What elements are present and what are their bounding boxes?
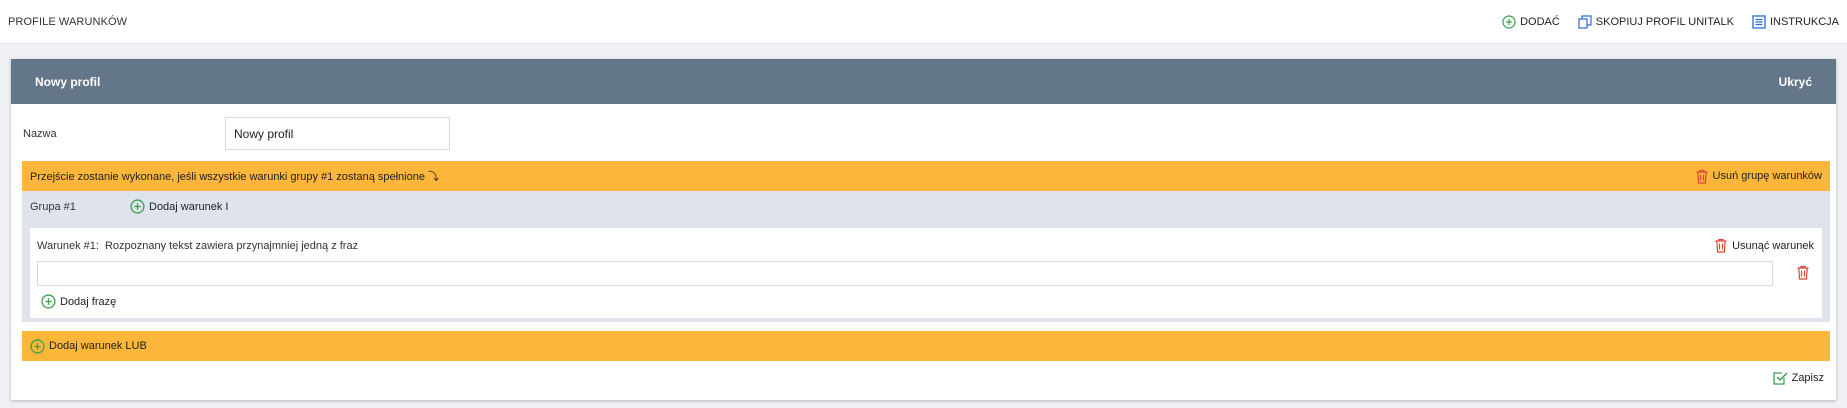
remove-condition-label: Usunąć warunek xyxy=(1732,239,1814,252)
copy-unitalk-profile-label: SKOPIUJ PROFIL UNITALK xyxy=(1595,15,1734,28)
condition-card: Warunek #1: Rozpoznany tekst zawiera przy… xyxy=(30,228,1822,318)
trash-icon xyxy=(1714,238,1728,253)
group-banner-text: Przejście zostanie wykonane, jeśli wszys… xyxy=(30,171,440,183)
add-profile-button[interactable]: DODAĆ xyxy=(1502,14,1560,29)
remove-group-label: Usuń grupę warunków xyxy=(1712,170,1822,182)
hide-button[interactable]: Ukryć xyxy=(1779,75,1812,89)
name-row: Nazwa xyxy=(11,117,1836,151)
delete-phrase-button[interactable] xyxy=(1796,265,1810,280)
save-button[interactable]: Zapisz xyxy=(1772,370,1824,386)
checkbox-check-icon xyxy=(1772,370,1788,386)
panel-header: Nowy profil Ukryć xyxy=(11,59,1836,104)
save-label: Zapisz xyxy=(1791,372,1824,384)
condition-description: Rozpoznany tekst zawiera przynajmniej je… xyxy=(104,240,359,252)
top-bar: PROFILE WARUNKÓW DODAĆ SKOPIUJ PROFIL UN… xyxy=(0,0,1847,44)
group-banner: Przejście zostanie wykonane, jeśli wszys… xyxy=(22,161,1830,191)
name-label: Nazwa xyxy=(23,128,57,140)
add-and-condition-button[interactable]: Dodaj warunek I xyxy=(130,199,229,214)
remove-condition-button[interactable]: Usunąć warunek xyxy=(1714,238,1814,253)
add-or-condition-button[interactable]: Dodaj warunek LUB xyxy=(22,331,1830,361)
condition-title: Warunek #1: Rozpoznany tekst zawiera przy… xyxy=(37,240,358,252)
add-and-condition-label: Dodaj warunek I xyxy=(149,200,229,213)
header-actions: DODAĆ SKOPIUJ PROFIL UNITALK INSTRUKCJA xyxy=(1502,14,1839,29)
add-profile-label: DODAĆ xyxy=(1520,15,1560,28)
document-icon xyxy=(1752,14,1766,29)
add-phrase-label: Dodaj frazę xyxy=(60,295,117,308)
panel-title: Nowy profil xyxy=(35,74,101,89)
phrase-input[interactable] xyxy=(37,261,1773,286)
add-phrase-button[interactable]: Dodaj frazę xyxy=(41,294,116,309)
plus-circle-icon xyxy=(30,338,45,354)
add-or-condition-label: Dodaj warunek LUB xyxy=(49,340,147,352)
page-title: PROFILE WARUNKÓW xyxy=(8,15,128,28)
condition-number: Warunek #1: xyxy=(37,240,99,252)
copy-unitalk-profile-button[interactable]: SKOPIUJ PROFIL UNITALK xyxy=(1578,14,1734,29)
instructions-button[interactable]: INSTRUKCJA xyxy=(1752,14,1839,29)
plus-circle-icon xyxy=(130,199,145,214)
plus-circle-icon xyxy=(1502,14,1516,29)
trash-icon xyxy=(1695,169,1709,184)
profile-panel: Nowy profil Ukryć Nazwa Przejście zostan… xyxy=(11,59,1836,400)
plus-circle-icon xyxy=(41,294,56,309)
group-body: Grupa #1 Dodaj warunek I Warunek #1: Rozp… xyxy=(22,191,1830,322)
group-head: Grupa #1 Dodaj warunek I xyxy=(30,199,229,214)
group-title: Grupa #1 xyxy=(30,201,76,213)
trash-icon xyxy=(1797,265,1809,280)
name-input[interactable] xyxy=(225,117,450,150)
remove-group-button[interactable]: Usuń grupę warunków xyxy=(1695,169,1822,184)
instructions-label: INSTRUKCJA xyxy=(1769,15,1839,28)
copy-icon xyxy=(1578,14,1592,29)
